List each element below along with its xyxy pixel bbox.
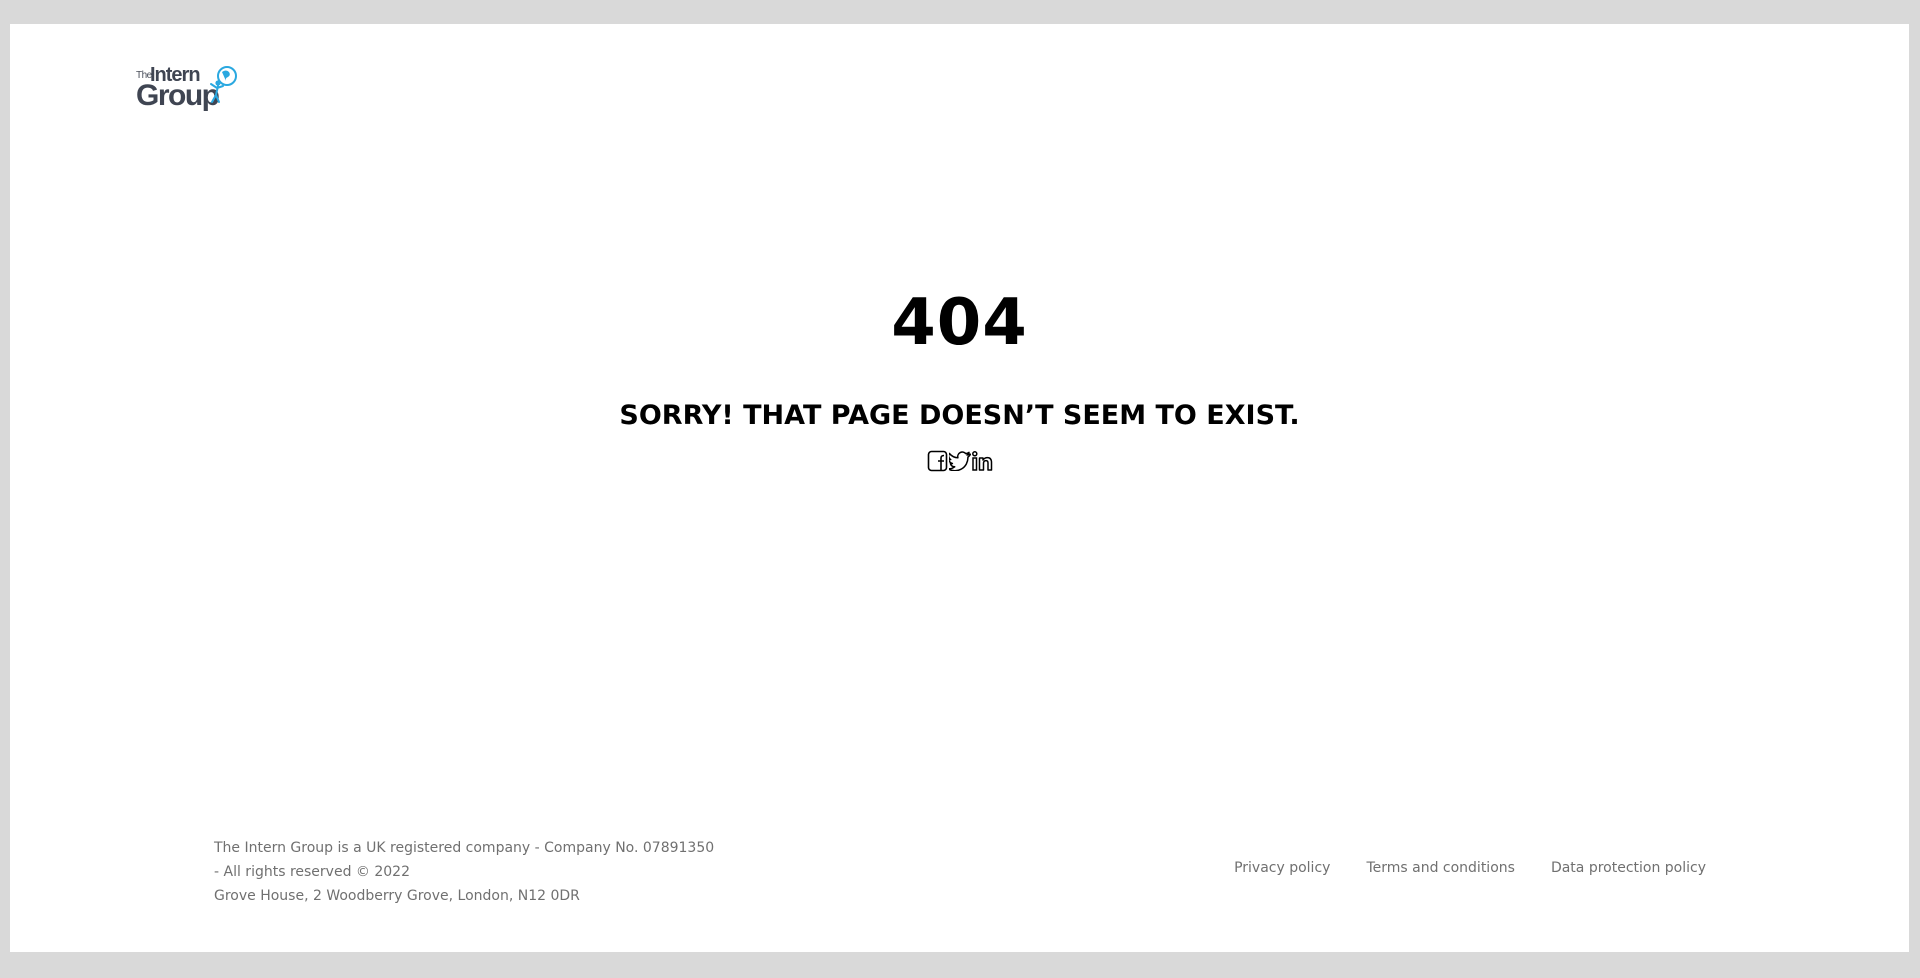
data-protection-policy-link[interactable]: Data protection policy: [1551, 860, 1706, 876]
privacy-policy-link[interactable]: Privacy policy: [1234, 860, 1330, 876]
footer-company-info: The Intern Group is a UK registered comp…: [214, 836, 714, 908]
page-frame: The Intern Group 404 SORRY! THAT PAGE DO…: [10, 24, 1909, 952]
footer-address-line: Grove House, 2 Woodberry Grove, London, …: [214, 888, 580, 904]
linkedin-icon[interactable]: [971, 448, 993, 474]
terms-and-conditions-link[interactable]: Terms and conditions: [1366, 860, 1515, 876]
facebook-icon[interactable]: [927, 448, 949, 474]
globe-figure-icon: [210, 66, 237, 103]
footer-copyright-line: - All rights reserved © 2022: [214, 864, 410, 880]
social-links: [10, 448, 1909, 474]
intern-group-logo[interactable]: The Intern Group: [136, 64, 246, 114]
error-code: 404: [891, 286, 1028, 360]
twitter-icon[interactable]: [948, 448, 971, 474]
footer-company-line: The Intern Group is a UK registered comp…: [214, 840, 715, 856]
footer-links: Privacy policy Terms and conditions Data…: [1234, 860, 1706, 876]
error-message: SORRY! THAT PAGE DOESN’T SEEM TO EXIST.: [619, 400, 1300, 431]
